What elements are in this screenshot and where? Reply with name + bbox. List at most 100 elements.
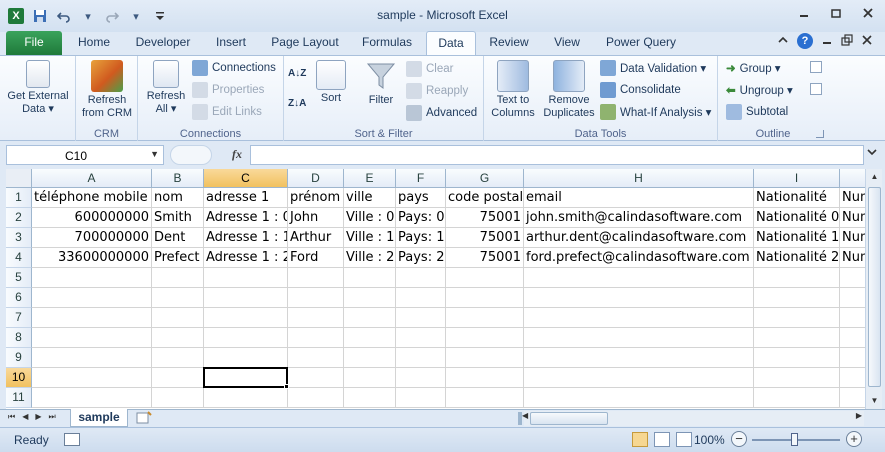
tab-review[interactable]: Review (480, 31, 538, 55)
cell-g3[interactable]: 75001 (446, 228, 524, 248)
scroll-up-icon[interactable]: ▲ (866, 169, 883, 185)
cell-f9[interactable] (396, 348, 446, 368)
cell-j9[interactable] (840, 348, 865, 368)
remove-duplicates-button[interactable]: Remove Duplicates (540, 60, 598, 120)
cell-d4[interactable]: Ford (288, 248, 344, 268)
scroll-left-icon[interactable]: ◀ (522, 411, 528, 420)
cell-j10[interactable] (840, 368, 865, 388)
cell-h8[interactable] (524, 328, 754, 348)
cell-b5[interactable] (152, 268, 204, 288)
horizontal-scrollbar[interactable]: ◀ ▶ (522, 411, 864, 426)
cell-i3[interactable]: Nationalité 1 (754, 228, 840, 248)
cell-d7[interactable] (288, 308, 344, 328)
cell-a4[interactable]: 33600000000 (32, 248, 152, 268)
column-header-b[interactable]: B (152, 169, 204, 188)
cell-f2[interactable]: Pays: 0 (396, 208, 446, 228)
next-sheet-icon[interactable]: ▶ (35, 412, 41, 422)
row-header-11[interactable]: 11 (6, 388, 32, 408)
cell-i10[interactable] (754, 368, 840, 388)
cell-i2[interactable]: Nationalité 0 (754, 208, 840, 228)
cell-i5[interactable] (754, 268, 840, 288)
cell-i9[interactable] (754, 348, 840, 368)
column-header-g[interactable]: G (446, 169, 524, 188)
cell-c4[interactable]: Adresse 1 : 2 (204, 248, 288, 268)
cell-a7[interactable] (32, 308, 152, 328)
cell-e10[interactable] (344, 368, 396, 388)
cell-b9[interactable] (152, 348, 204, 368)
doc-close-icon[interactable] (861, 34, 873, 49)
cell-g2[interactable]: 75001 (446, 208, 524, 228)
name-box[interactable]: C10 ▼ (6, 145, 164, 165)
sort-a-to-z-button[interactable]: A↓Z (288, 64, 306, 82)
cell-g7[interactable] (446, 308, 524, 328)
scroll-down-icon[interactable]: ▼ (866, 393, 883, 409)
ungroup-button[interactable]: ⬅ Ungroup ▾ (726, 81, 793, 99)
cell-c8[interactable] (204, 328, 288, 348)
doc-minimize-icon[interactable] (821, 34, 833, 49)
prev-sheet-icon[interactable]: ◀ (22, 412, 28, 422)
scroll-right-icon[interactable]: ▶ (856, 411, 862, 420)
cell-j5[interactable] (840, 268, 865, 288)
cell-f4[interactable]: Pays: 2 (396, 248, 446, 268)
spreadsheet-grid[interactable]: A B C D E F G H I 1 téléphone mobile nom adresse 1 pr… (6, 169, 865, 409)
refresh-from-crm-button[interactable]: Refresh from CRM (78, 60, 136, 120)
zoom-out-button[interactable]: − (731, 431, 747, 447)
subtotal-button[interactable]: Subtotal (726, 103, 788, 121)
cell-b8[interactable] (152, 328, 204, 348)
minimize-button[interactable] (797, 6, 811, 20)
cell-f7[interactable] (396, 308, 446, 328)
clear-button[interactable]: Clear (406, 60, 453, 78)
page-layout-view-button[interactable] (654, 432, 670, 447)
help-icon[interactable]: ? (797, 33, 813, 49)
first-sheet-icon[interactable]: ⏮ (8, 412, 15, 422)
select-all-corner[interactable] (6, 169, 32, 188)
cell-f10[interactable] (396, 368, 446, 388)
cell-f6[interactable] (396, 288, 446, 308)
cell-f3[interactable]: Pays: 1 (396, 228, 446, 248)
sheet-tab-sample[interactable]: sample (70, 409, 128, 427)
tab-insert[interactable]: Insert (204, 31, 258, 55)
row-header-1[interactable]: 1 (6, 188, 32, 208)
doc-restore-icon[interactable] (841, 33, 853, 49)
cell-e5[interactable] (344, 268, 396, 288)
cell-d6[interactable] (288, 288, 344, 308)
cell-i6[interactable] (754, 288, 840, 308)
cell-g4[interactable]: 75001 (446, 248, 524, 268)
cell-e11[interactable] (344, 388, 396, 408)
column-header-c[interactable]: C (204, 169, 288, 188)
cell-i11[interactable] (754, 388, 840, 408)
cell-h9[interactable] (524, 348, 754, 368)
reapply-button[interactable]: Reapply (406, 82, 468, 100)
refresh-all-button[interactable]: Refresh All ▾ (142, 60, 190, 116)
cell-h2[interactable]: john.smith@calindasoftware.com (524, 208, 754, 228)
macro-recording-icon[interactable] (64, 433, 80, 446)
cell-d1[interactable]: prénom (288, 188, 344, 208)
cell-g8[interactable] (446, 328, 524, 348)
outline-dialog-launcher-icon[interactable] (816, 130, 824, 138)
cell-d11[interactable] (288, 388, 344, 408)
cell-c11[interactable] (204, 388, 288, 408)
cell-h1[interactable]: email (524, 188, 754, 208)
cell-e8[interactable] (344, 328, 396, 348)
active-cell-selection[interactable] (203, 367, 288, 388)
minimize-ribbon-icon[interactable] (777, 35, 789, 48)
cell-b7[interactable] (152, 308, 204, 328)
row-header-6[interactable]: 6 (6, 288, 32, 308)
cell-h10[interactable] (524, 368, 754, 388)
row-header-5[interactable]: 5 (6, 268, 32, 288)
column-header-d[interactable]: D (288, 169, 344, 188)
cell-a1[interactable]: téléphone mobile (32, 188, 152, 208)
what-if-analysis-button[interactable]: What-If Analysis ▾ (600, 103, 711, 121)
row-header-2[interactable]: 2 (6, 208, 32, 228)
cell-f11[interactable] (396, 388, 446, 408)
insert-sheet-icon[interactable] (136, 411, 154, 425)
cell-d10[interactable] (288, 368, 344, 388)
cell-j11[interactable] (840, 388, 865, 408)
connections-button[interactable]: Connections (192, 59, 276, 77)
cell-h4[interactable]: ford.prefect@calindasoftware.com (524, 248, 754, 268)
cell-g6[interactable] (446, 288, 524, 308)
column-header-j[interactable] (840, 169, 865, 188)
cell-f1[interactable]: pays (396, 188, 446, 208)
data-validation-button[interactable]: Data Validation ▾ (600, 59, 706, 77)
sort-button[interactable]: Sort (314, 60, 348, 105)
